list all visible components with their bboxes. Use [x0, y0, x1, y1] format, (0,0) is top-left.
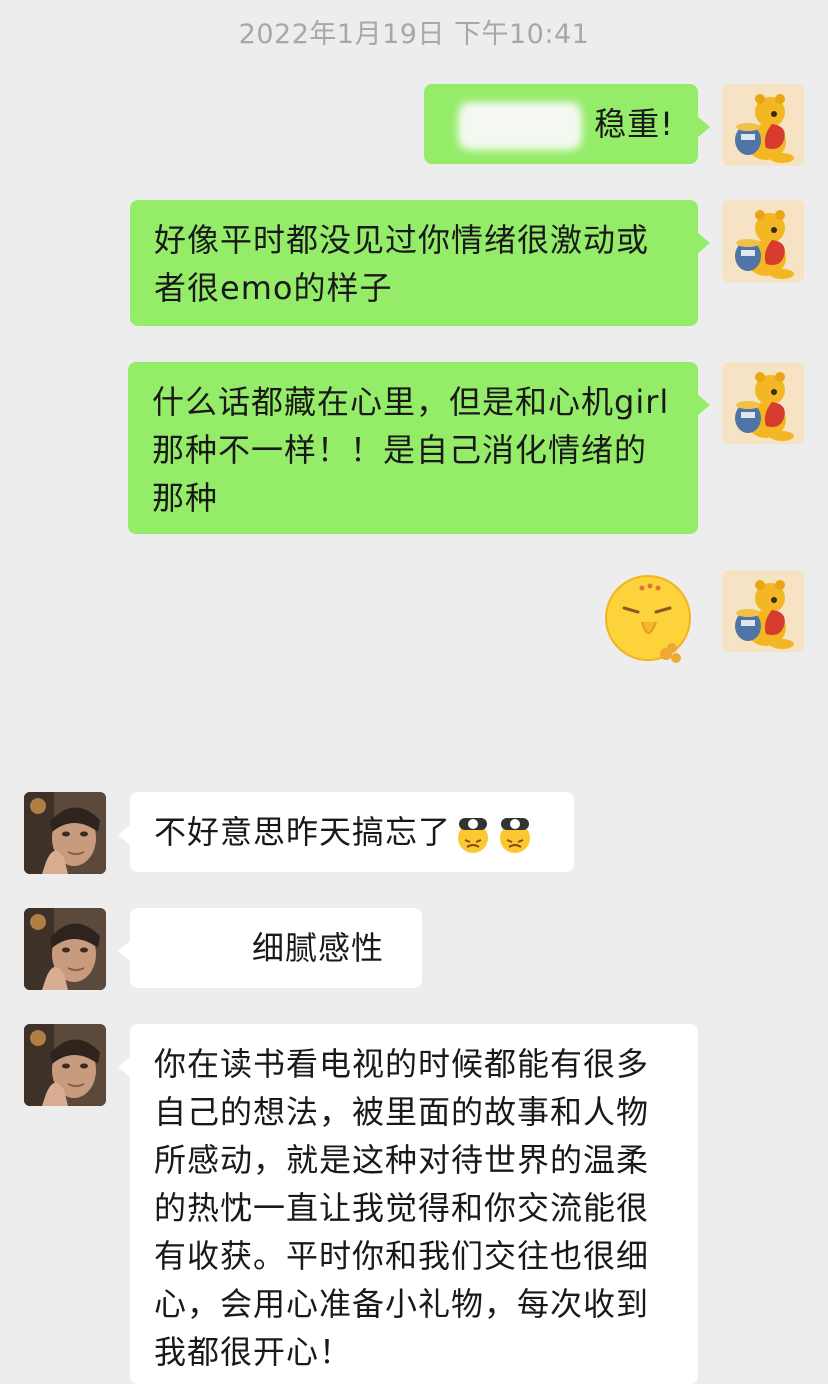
outgoing-message-bubble[interactable]: 什么话都藏在心里，但是和心机girl那种不一样！！是自己消化情绪的那种	[128, 362, 710, 534]
message-text: 什么话都藏在心里，但是和心机girl那种不一样！！是自己消化情绪的那种	[152, 383, 670, 517]
winnie-the-pooh-avatar-icon	[722, 570, 804, 652]
person-photo-avatar-icon	[24, 792, 106, 874]
shy-pleading-face-emoji-icon[interactable]	[604, 574, 696, 666]
frustrated-emoji-icon	[500, 818, 531, 853]
outgoing-message-bubble[interactable]: 好像平时都没见过你情绪很激动或者很emo的样子	[130, 200, 710, 326]
contact-avatar[interactable]	[24, 792, 106, 874]
outgoing-message-bubble[interactable]: 稳重!	[424, 84, 710, 164]
redacted-text	[458, 102, 583, 150]
self-avatar[interactable]	[722, 200, 804, 282]
contact-avatar[interactable]	[24, 908, 106, 990]
winnie-the-pooh-avatar-icon	[722, 362, 804, 444]
winnie-the-pooh-avatar-icon	[722, 200, 804, 282]
incoming-message-bubble[interactable]: 细腻感性	[118, 908, 422, 988]
person-photo-avatar-icon	[24, 908, 106, 990]
contact-avatar[interactable]	[24, 1024, 106, 1106]
redacted-text	[154, 926, 242, 974]
person-photo-avatar-icon	[24, 1024, 106, 1106]
incoming-message-bubble[interactable]: 不好意思昨天搞忘了	[118, 792, 574, 872]
incoming-message-bubble[interactable]: 你在读书看电视的时候都能有很多自己的想法，被里面的故事和人物所感动，就是这种对待…	[118, 1024, 698, 1384]
message-text: 不好意思昨天搞忘了	[154, 813, 452, 851]
self-avatar[interactable]	[722, 362, 804, 444]
self-avatar[interactable]	[722, 84, 804, 166]
frustrated-emoji-icon	[458, 818, 489, 853]
message-text: 好像平时都没见过你情绪很激动或者很emo的样子	[154, 221, 650, 307]
chat-timestamp: 2022年1月19日 下午10:41	[238, 19, 590, 50]
message-text: 稳重!	[594, 105, 674, 143]
message-text: 你在读书看电视的时候都能有很多自己的想法，被里面的故事和人物所感动，就是这种对待…	[154, 1045, 650, 1371]
winnie-the-pooh-avatar-icon	[722, 84, 804, 166]
self-avatar[interactable]	[722, 570, 804, 652]
message-text: 细腻感性	[252, 929, 385, 967]
